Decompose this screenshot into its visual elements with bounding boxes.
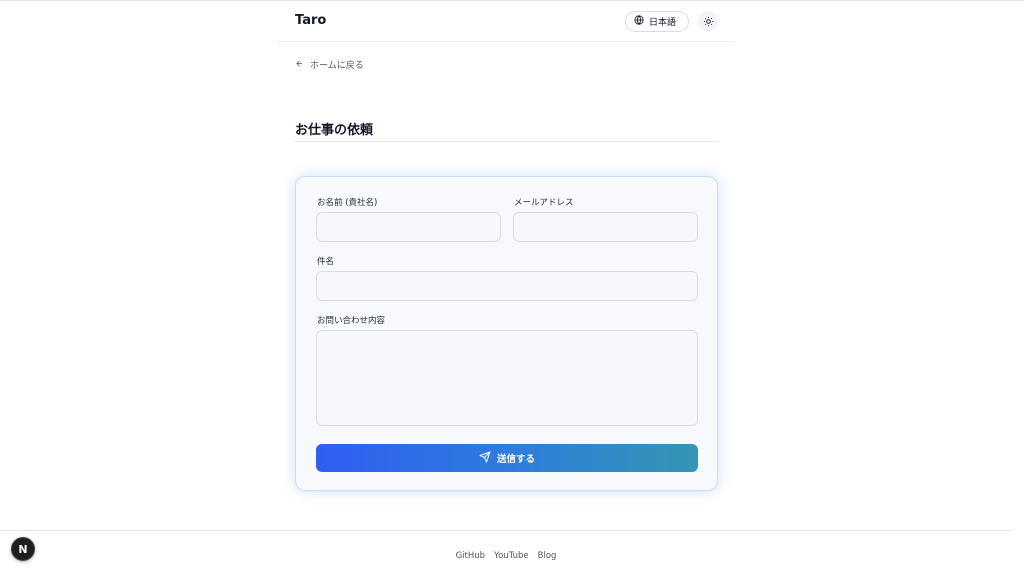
theme-toggle-button[interactable] xyxy=(698,11,718,31)
send-icon xyxy=(479,451,491,466)
footer-link-blog[interactable]: Blog xyxy=(538,551,557,561)
footer-divider xyxy=(0,530,1012,531)
brand-logo[interactable]: Taro xyxy=(295,13,326,28)
contact-form: お名前 (貴社名) メールアドレス 件名 お問い合わせ内容 送信する xyxy=(295,176,718,491)
sun-icon xyxy=(703,12,714,31)
name-label: お名前 (貴社名) xyxy=(317,198,378,208)
page-title: お仕事の依頼 xyxy=(295,123,374,138)
back-link-label: ホームに戻る xyxy=(310,61,364,71)
message-label: お問い合わせ内容 xyxy=(317,316,386,326)
footer-link-github[interactable]: GitHub xyxy=(456,551,485,561)
submit-label: 送信する xyxy=(496,454,535,465)
globe-icon xyxy=(634,15,644,28)
footer-link-youtube[interactable]: YouTube xyxy=(494,551,529,561)
subject-input[interactable] xyxy=(316,271,698,301)
page-container: Taro 日本語 ホームに戻る お仕事の依頼 お名前 (貴社名) メールアドレス… xyxy=(277,0,735,491)
site-header: Taro 日本語 xyxy=(277,0,735,42)
language-switcher-button[interactable]: 日本語 xyxy=(625,11,689,32)
name-input[interactable] xyxy=(316,212,501,242)
language-label: 日本語 xyxy=(649,18,677,28)
message-textarea[interactable] xyxy=(316,330,698,426)
title-divider xyxy=(295,141,718,142)
email-input[interactable] xyxy=(513,212,698,242)
site-footer: GitHub YouTube Blog xyxy=(0,551,1012,561)
subject-label: 件名 xyxy=(317,257,335,267)
email-label: メールアドレス xyxy=(514,198,574,208)
arrow-left-icon xyxy=(295,59,304,71)
back-to-home-link[interactable]: ホームに戻る xyxy=(295,58,364,71)
submit-button[interactable]: 送信する xyxy=(316,444,698,472)
dev-tools-badge[interactable]: N xyxy=(11,537,35,561)
